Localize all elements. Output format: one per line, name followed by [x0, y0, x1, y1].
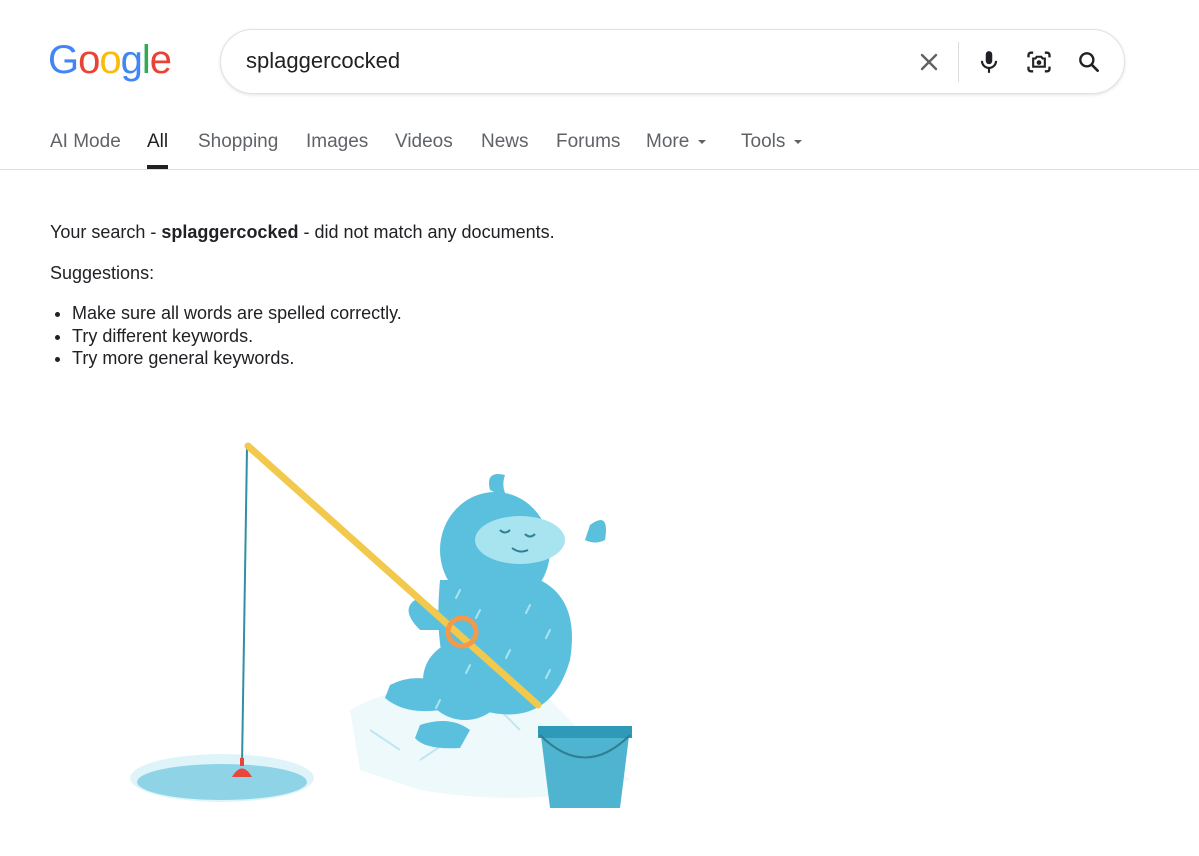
suggestion-item: Make sure all words are spelled correctl…	[72, 302, 555, 325]
logo-letter: l	[141, 38, 151, 82]
search-icon[interactable]	[1071, 44, 1107, 80]
ice-hole-water	[137, 764, 307, 800]
mic-icon[interactable]	[971, 44, 1007, 80]
caret-down-icon	[794, 139, 803, 144]
tab-label: Videos	[395, 131, 453, 152]
fishing-yeti-illustration	[130, 442, 632, 808]
suggestion-item: Try more general keywords.	[72, 347, 555, 370]
search-input[interactable]	[246, 48, 846, 74]
tab-videos[interactable]: Videos	[395, 131, 453, 153]
suggestion-item: Try different keywords.	[72, 325, 555, 348]
no-results-message: Your search - splaggercocked - did not m…	[50, 222, 555, 370]
yeti-face	[475, 516, 565, 564]
tab-ai-mode[interactable]: AI Mode	[50, 131, 121, 153]
tab-all[interactable]: All	[147, 131, 168, 153]
clear-icon[interactable]	[911, 44, 947, 80]
suggestions-list: Make sure all words are spelled correctl…	[72, 302, 555, 370]
tab-more[interactable]: More	[646, 131, 707, 153]
logo-letter: o	[78, 38, 100, 82]
search-tabs: AI Mode All Shopping Images Videos News …	[0, 118, 1199, 170]
tab-label: Tools	[741, 131, 786, 152]
tab-label: Images	[306, 131, 369, 152]
tab-forums[interactable]: Forums	[556, 131, 620, 153]
query-term: splaggercocked	[161, 222, 299, 242]
no-match-text: Your search - splaggercocked - did not m…	[50, 222, 555, 243]
tab-label: News	[481, 131, 529, 152]
no-match-suffix: - did not match any documents.	[298, 222, 555, 242]
logo-letter: G	[48, 38, 79, 82]
tab-tools[interactable]: Tools	[741, 131, 803, 153]
lens-icon[interactable]	[1021, 44, 1057, 80]
tab-label: More	[646, 131, 690, 152]
logo-letter: o	[99, 38, 121, 82]
tab-label: AI Mode	[50, 131, 121, 152]
caret-down-icon	[698, 139, 707, 144]
tab-shopping[interactable]: Shopping	[198, 131, 278, 153]
search-box[interactable]	[220, 29, 1125, 94]
yeti	[385, 474, 606, 749]
tab-label: Shopping	[198, 131, 279, 152]
tab-news[interactable]: News	[481, 131, 529, 153]
tab-label: All	[147, 131, 169, 152]
google-logo[interactable]: Google	[48, 38, 172, 83]
search-divider	[958, 42, 959, 82]
no-match-prefix: Your search -	[50, 222, 162, 242]
tab-label: Forums	[556, 131, 621, 152]
bucket	[540, 728, 630, 808]
logo-letter: g	[120, 38, 143, 82]
logo-letter: e	[149, 38, 172, 82]
tab-images[interactable]: Images	[306, 131, 368, 153]
fishing-line	[241, 447, 248, 766]
active-tab-indicator	[147, 165, 168, 169]
suggestions-heading: Suggestions:	[50, 263, 155, 283]
